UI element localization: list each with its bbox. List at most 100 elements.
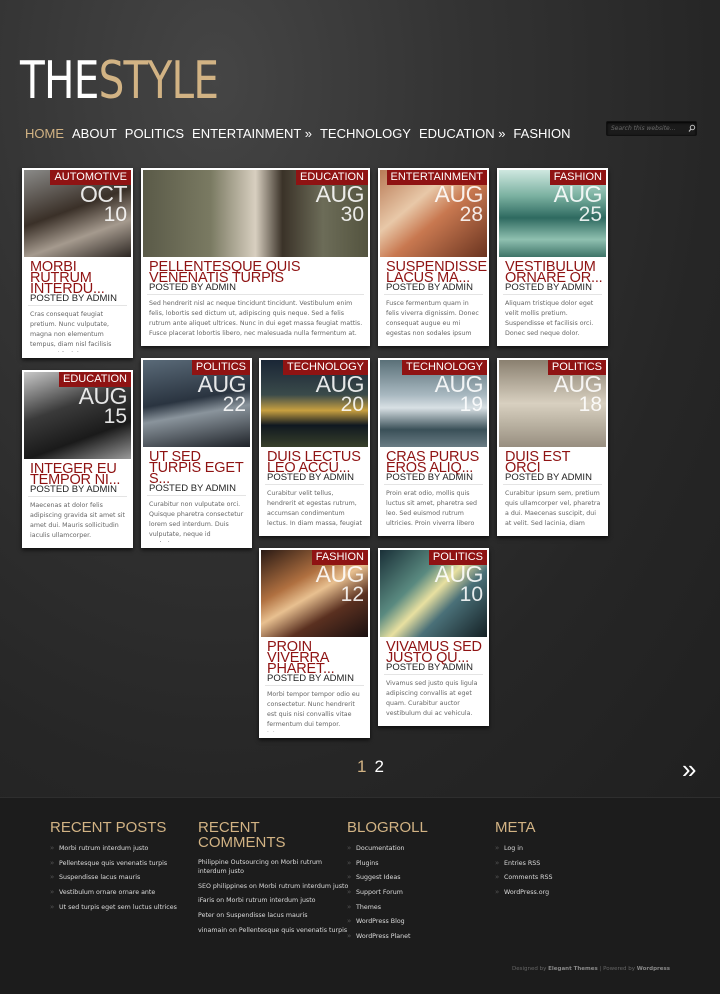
nav-entertainment[interactable]: ENTERTAINMENT »	[192, 124, 312, 144]
recent-post-link[interactable]: Pellentesque quis venenatis turpis	[50, 859, 177, 868]
post-byline: POSTED BY ADMIN	[386, 472, 473, 483]
post-title[interactable]: SUSPENDISSE LACUS MA...	[386, 260, 487, 286]
post-thumbnail[interactable]: TECHNOLOGY AUG 19	[380, 360, 487, 447]
next-page-icon[interactable]: »	[682, 756, 696, 782]
divider	[147, 294, 364, 295]
post-date-day: 10	[459, 583, 483, 606]
post-card[interactable]: ENTERTAINMENT AUG 28 SUSPENDISSE LACUS MA..…	[378, 168, 489, 346]
post-title[interactable]: PROIN VIVERRA PHARET...	[267, 640, 366, 677]
meta-link[interactable]: Entries RSS	[495, 859, 553, 868]
post-card[interactable]: FASHION AUG 25 VESTIBULUM ORNARE OR... POSTE…	[497, 168, 608, 346]
post-date-month: AUG	[434, 181, 484, 207]
blogroll-link[interactable]: Documentation	[347, 844, 428, 853]
post-card[interactable]: EDUCATION AUG 30 PELLENTESQUE QUIS VENENATI…	[141, 168, 370, 346]
post-byline: POSTED BY ADMIN	[505, 282, 592, 293]
post-excerpt: Vivamus sed justo quis ligula adipiscing…	[386, 680, 478, 717]
post-date-day: 10	[103, 203, 127, 226]
elegant-themes-link[interactable]: Elegant Themes	[548, 966, 598, 972]
post-card[interactable]: POLITICS AUG 22 UT SED TURPIS EGET S... POST…	[141, 358, 252, 548]
meta-widget: META Log in Entries RSS Comments RSS Wor…	[495, 820, 553, 903]
post-title[interactable]: UT SED TURPIS EGET S...	[149, 450, 248, 487]
post-title[interactable]: VESTIBULUM ORNARE OR...	[505, 260, 604, 286]
post-thumbnail[interactable]: AUTOMOTIVE OCT 10	[24, 170, 131, 257]
pagination: 1 2	[357, 757, 384, 777]
post-date-day: 18	[578, 393, 602, 416]
blogroll-link[interactable]: Support Forum	[347, 888, 428, 897]
page-1-link[interactable]: 1	[357, 757, 366, 777]
post-title[interactable]: INTEGER EU TEMPOR NI...	[30, 462, 129, 488]
post-thumbnail[interactable]: POLITICS AUG 10	[380, 550, 487, 637]
divider	[503, 484, 602, 485]
search-icon[interactable]	[687, 123, 697, 134]
meta-link[interactable]: WordPress.org	[495, 888, 553, 897]
post-excerpt: Maecenas at dolor felis adipiscing gravi…	[30, 502, 125, 539]
post-byline: POSTED BY ADMIN	[386, 662, 473, 673]
post-title[interactable]: MORBI RUTRUM INTERDU...	[30, 260, 129, 297]
recent-posts-widget: RECENT POSTS Morbi rutrum interdum justo…	[50, 820, 177, 917]
blogroll-link[interactable]: WordPress Blog	[347, 917, 428, 926]
post-byline: POSTED BY ADMIN	[267, 673, 354, 684]
blogroll-link[interactable]: Suggest Ideas	[347, 873, 428, 882]
post-thumbnail[interactable]: TECHNOLOGY AUG 20	[261, 360, 368, 447]
post-card[interactable]: POLITICS AUG 18 DUIS EST ORCI POSTED BY ADMI…	[497, 358, 608, 536]
recent-comment-link[interactable]: SEO philippines on Morbi rutrum interdum…	[198, 882, 348, 891]
nav-education[interactable]: EDUCATION »	[419, 124, 505, 144]
post-excerpt: Fusce fermentum quam in felis viverra di…	[386, 300, 479, 337]
post-date-month: AUG	[553, 181, 603, 207]
meta-link[interactable]: Log in	[495, 844, 553, 853]
post-date-day: 12	[340, 583, 364, 606]
post-excerpt: Proin erat odio, mollis quis luctus sit …	[386, 490, 478, 527]
recent-comment-link[interactable]: Philippine Outsourcing on Morbi rutrum	[198, 858, 348, 867]
post-thumbnail[interactable]: EDUCATION AUG 15	[24, 372, 131, 459]
post-title[interactable]: CRAS PURUS EROS ALIQ...	[386, 450, 485, 476]
recent-comment-link[interactable]: iFaris on Morbi rutrum interdum justo	[198, 896, 348, 905]
post-card[interactable]: AUTOMOTIVE OCT 10 MORBI RUTRUM INTERDU... PO…	[22, 168, 133, 358]
site-logo[interactable]: THESTYLE	[20, 51, 219, 111]
recent-post-link[interactable]: Vestibulum ornare ornare ante	[50, 888, 177, 897]
post-thumbnail[interactable]: FASHION AUG 25	[499, 170, 606, 257]
meta-link[interactable]: Comments RSS	[495, 873, 553, 882]
nav-technology[interactable]: TECHNOLOGY	[320, 124, 411, 144]
blogroll-link[interactable]: Plugins	[347, 859, 428, 868]
logo-le: LE	[171, 51, 219, 111]
nav-home[interactable]: HOME	[25, 124, 64, 144]
credit-text: Designed by	[512, 966, 547, 972]
post-date-month: AUG	[553, 371, 603, 397]
post-title[interactable]: VIVAMUS SED JUSTO QU...	[386, 640, 485, 666]
post-card[interactable]: TECHNOLOGY AUG 19 CRAS PURUS EROS ALIQ... PO…	[378, 358, 489, 536]
post-date-month: AUG	[315, 181, 365, 207]
post-thumbnail[interactable]: EDUCATION AUG 30	[143, 170, 368, 257]
post-thumbnail[interactable]: POLITICS AUG 22	[143, 360, 250, 447]
blogroll-link[interactable]: WordPress Planet	[347, 932, 428, 941]
recent-post-link[interactable]: Ut sed turpis eget sem luctus ultrices	[50, 903, 177, 912]
post-card[interactable]: TECHNOLOGY AUG 20 DUIS LECTUS LEO ACCU... PO…	[259, 358, 370, 536]
nav-politics[interactable]: POLITICS	[125, 124, 184, 144]
recent-post-link[interactable]: Suspendisse lacus mauris	[50, 873, 177, 882]
post-card[interactable]: POLITICS AUG 10 VIVAMUS SED JUSTO QU... POST…	[378, 548, 489, 726]
post-card[interactable]: EDUCATION AUG 15 INTEGER EU TEMPOR NI... POS…	[22, 370, 133, 548]
page-2-link[interactable]: 2	[374, 757, 383, 777]
recent-post-link[interactable]: Morbi rutrum interdum justo	[50, 844, 177, 853]
post-card[interactable]: FASHION AUG 12 PROIN VIVERRA PHARET... POSTE…	[259, 548, 370, 738]
search-box	[606, 121, 697, 136]
post-title[interactable]: DUIS LECTUS LEO ACCU...	[267, 450, 366, 476]
post-date-month: AUG	[315, 561, 365, 587]
post-thumbnail[interactable]: POLITICS AUG 18	[499, 360, 606, 447]
recent-comment-link[interactable]: interdum justo	[198, 867, 348, 876]
recent-comment-link[interactable]: vinamain on Pellentesque quis venenatis …	[198, 926, 348, 935]
wordpress-link[interactable]: Wordpress	[637, 966, 670, 972]
post-thumbnail[interactable]: ENTERTAINMENT AUG 28	[380, 170, 487, 257]
post-title[interactable]: PELLENTESQUE QUIS VENENATIS TURPIS	[149, 260, 366, 286]
post-excerpt: Curabitur ipsum sem, pretium quis ullamc…	[505, 490, 601, 527]
search-input[interactable]	[611, 122, 683, 135]
nav-about[interactable]: ABOUT	[72, 124, 117, 144]
post-thumbnail[interactable]: FASHION AUG 12	[261, 550, 368, 637]
recent-comment-link[interactable]: Peter on Suspendisse lacus mauris	[198, 911, 348, 920]
nav-fashion[interactable]: FASHION	[513, 124, 570, 144]
recent-comments-widget: RECENT COMMENTS Philippine Outsourcing on…	[198, 820, 348, 940]
post-byline: POSTED BY ADMIN	[30, 293, 117, 304]
post-date-month: AUG	[197, 371, 247, 397]
heading-line: COMMENTS	[198, 834, 286, 851]
post-title[interactable]: DUIS EST ORCI	[505, 450, 604, 476]
blogroll-link[interactable]: Themes	[347, 903, 428, 912]
